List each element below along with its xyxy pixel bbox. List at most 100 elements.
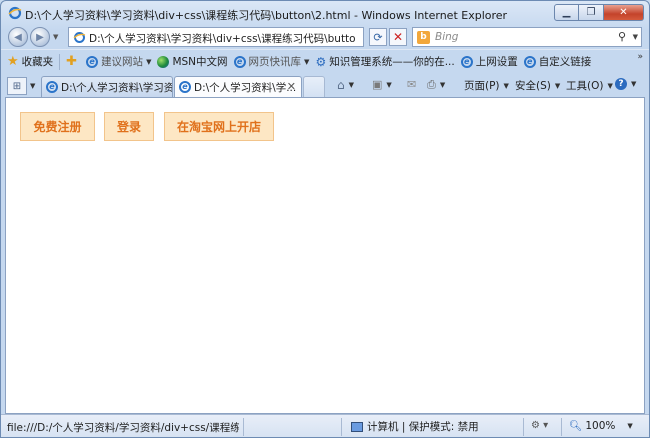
status-bar: file:///D:/个人学习资料/学习资料/div+css/课程练习代码 计算… [1, 414, 649, 437]
minimize-icon[interactable]: ▁ [554, 4, 579, 21]
add-ons-icon[interactable]: ⚙ ▾ [531, 420, 548, 431]
stop-icon[interactable]: ✕ [389, 28, 407, 46]
page-icon [73, 32, 86, 43]
address-row: ◀ ▶ ▼ D:\个人学习资料\学习资料\div+css\课程练习代码\butt… [1, 25, 649, 49]
read-mail-button[interactable]: ✉ [407, 78, 416, 91]
search-icon[interactable]: ⚲ [618, 30, 626, 43]
recent-pages-dropdown-icon[interactable]: ▼ [53, 33, 58, 41]
security-zone-label: 计算机 | 保护模式: 禁用 [367, 421, 479, 433]
fav-item-knowledge-system[interactable]: ⚙ 知识管理系统——你的在... [315, 54, 454, 69]
fav-item-label: 知识管理系统——你的在... [329, 56, 455, 68]
divider [59, 53, 61, 70]
chevron-down-icon: ▼ [439, 81, 446, 89]
title-bar: D:\个人学习资料\学习资料\div+css\课程练习代码\button\2.h… [1, 1, 649, 25]
tools-menu[interactable]: 工具(O) ▼ [566, 78, 613, 93]
fav-item-label: 上网设置 [475, 56, 518, 68]
page-content: 免费注册 登录 在淘宝网上开店 [5, 97, 645, 414]
more-favorites-icon[interactable]: » [637, 52, 643, 62]
star-icon: ★ [7, 54, 19, 69]
fav-item-web-slices[interactable]: e 网页快讯库 ▼ [233, 54, 310, 69]
refresh-icon[interactable]: ⟳ [369, 28, 387, 46]
add-to-favorites-button[interactable]: ✚ [66, 54, 80, 69]
tools-menu-label: 工具(O) [566, 80, 604, 92]
help-icon: ? [615, 78, 627, 90]
fav-item-suggested-sites[interactable]: e 建议网站 ▼ [86, 54, 151, 69]
close-icon[interactable]: ✕ [604, 4, 644, 21]
mail-icon: ✉ [407, 78, 417, 91]
open-taobao-store-button[interactable]: 在淘宝网上开店 [164, 112, 274, 141]
search-placeholder: Bing [435, 31, 459, 43]
tab-list-dropdown-icon[interactable]: ▼ [30, 82, 35, 90]
chevron-down-icon: ▼ [146, 57, 152, 66]
safety-menu[interactable]: 安全(S) ▼ [515, 78, 560, 93]
chevron-down-icon: ▼ [607, 81, 613, 90]
restore-icon[interactable]: ❐ [579, 4, 604, 21]
fav-item-internet-settings[interactable]: e 上网设置 [460, 54, 518, 69]
forward-button[interactable]: ▶ [30, 27, 50, 47]
ie-icon: e [460, 55, 473, 68]
page-menu[interactable]: 页面(P) ▼ [464, 78, 509, 93]
fav-item-msn[interactable]: MSN中文网 [157, 54, 228, 69]
computer-icon [351, 421, 363, 432]
divider [561, 418, 562, 436]
chevron-down-icon: ▼ [627, 421, 633, 430]
new-tab-button[interactable] [303, 76, 325, 97]
fav-item-label: 自定义链接 [538, 56, 592, 68]
feeds-button[interactable]: ▣ ▼ [372, 78, 392, 91]
address-input[interactable]: D:\个人学习资料\学习资料\div+css\课程练习代码\button\2.h… [68, 27, 429, 47]
divider [341, 418, 342, 436]
back-button[interactable]: ◀ [8, 27, 28, 47]
bing-icon: b [417, 31, 430, 44]
fav-item-label: 网页快讯库 [248, 56, 302, 68]
chevron-down-icon: ▼ [503, 81, 509, 90]
fav-item-label: MSN中文网 [172, 56, 228, 68]
home-icon: ⌂ [337, 78, 345, 92]
ie-icon: e [523, 55, 536, 68]
close-tab-icon[interactable]: ✕ [287, 80, 296, 93]
address-url: D:\个人学习资料\学习资料\div+css\课程练习代码\button\2.h… [89, 33, 355, 45]
chevron-down-icon: ▼ [348, 81, 355, 89]
browser-window: D:\个人学习资料\学习资料\div+css\课程练习代码\button\2.h… [0, 0, 650, 438]
tab-label: D:\个人学习资料\学习资... [61, 81, 173, 94]
globe-icon [157, 55, 170, 68]
print-icon: ⎙ [427, 78, 436, 91]
favorites-button[interactable]: ★ 收藏夹 [7, 54, 53, 69]
favorites-bar: ★ 收藏夹 ✚ e 建议网站 ▼ MSN中文网 e 网页快讯库 ▼ ⚙ 知识管理… [1, 49, 649, 73]
window-controls: ▁ ❐ ✕ [554, 4, 644, 21]
home-button[interactable]: ⌂ ▼ [337, 78, 354, 92]
print-button[interactable]: ⎙ ▼ [427, 78, 445, 92]
safety-menu-label: 安全(S) [515, 80, 551, 92]
fav-item-label: 建议网站 [101, 56, 144, 68]
zoom-level: 100% [585, 419, 616, 432]
divider [243, 418, 244, 436]
chevron-down-icon: ▼ [386, 80, 392, 89]
search-input[interactable]: b Bing ⚲ ▼ [412, 27, 642, 47]
zoom-control[interactable]: 🔍︎ 100% ▼ [569, 419, 633, 433]
search-dropdown-icon[interactable]: ▼ [633, 33, 638, 41]
ie-icon: e [86, 55, 99, 68]
tab-row: ⊞ ▼ e D:\个人学习资料\学习资... e D:\个人学习资料\学... … [1, 73, 649, 97]
status-url: file:///D:/个人学习资料/学习资料/div+css/课程练习代码 [7, 422, 239, 434]
login-button[interactable]: 登录 [104, 112, 154, 141]
tab-label: D:\个人学习资料\学... [194, 81, 297, 94]
security-zone[interactable]: 计算机 | 保护模式: 禁用 [351, 419, 479, 434]
chevron-down-icon: ▼ [554, 81, 561, 90]
free-register-button[interactable]: 免费注册 [20, 112, 95, 141]
zoom-icon: 🔍︎ [569, 420, 583, 432]
quick-tabs-icon[interactable]: ⊞ [7, 77, 27, 95]
tab-active[interactable]: e D:\个人学习资料\学... ✕ [174, 76, 302, 97]
tab-inactive[interactable]: e D:\个人学习资料\学习资... [41, 76, 173, 97]
fav-item-custom-links[interactable]: e 自定义链接 [523, 54, 592, 69]
chevron-down-icon: ▼ [631, 80, 637, 88]
favorites-label: 收藏夹 [21, 56, 54, 68]
add-favorite-icon: ✚ [66, 54, 78, 69]
help-button[interactable]: ? ▼ [615, 78, 636, 90]
ie-icon: e [233, 55, 246, 68]
rss-icon: ▣ [372, 78, 383, 91]
ie-icon: e [179, 81, 191, 93]
divider [523, 418, 524, 436]
chevron-down-icon: ▼ [304, 57, 310, 66]
gear-icon: ⚙ [315, 54, 327, 69]
page-menu-label: 页面(P) [464, 80, 500, 92]
window-title: D:\个人学习资料\学习资料\div+css\课程练习代码\button\2.h… [25, 9, 508, 22]
